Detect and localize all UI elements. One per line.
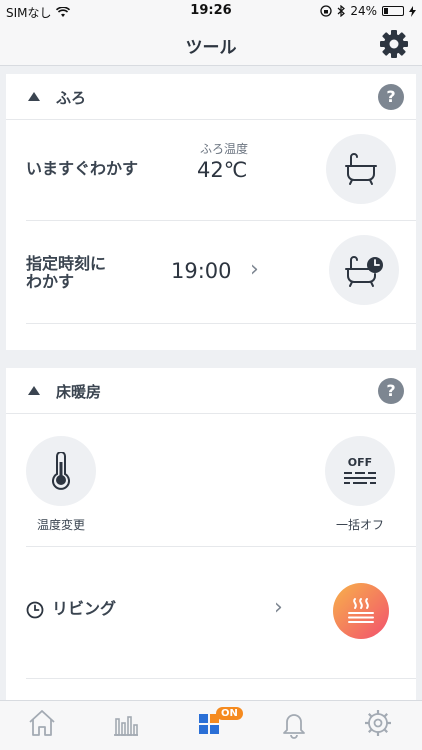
all-off-button[interactable]: OFF	[325, 436, 395, 506]
bathtub-icon	[345, 153, 377, 185]
temp-change-button[interactable]	[26, 436, 96, 506]
battery-percent: 24%	[350, 4, 377, 18]
timer-heat-label-line1: 指定時刻に	[26, 254, 107, 273]
bath-card: ふろ ? いますぐわかす ふろ温度 42℃ 指定時刻に わかす 19:00 ›	[6, 74, 416, 350]
charging-icon	[409, 5, 416, 17]
collapse-triangle-icon	[28, 386, 40, 395]
status-right: 24%	[320, 4, 416, 18]
thermometer-icon	[52, 452, 70, 490]
row-divider	[26, 323, 416, 324]
chevron-right-icon: ›	[274, 595, 283, 620]
settings-gear-icon[interactable]	[378, 28, 410, 60]
help-icon[interactable]: ?	[378, 378, 404, 404]
chevron-right-icon: ›	[250, 257, 259, 282]
floor-card-header[interactable]: 床暖房 ?	[6, 368, 416, 414]
floor-heat-on-icon	[348, 598, 374, 623]
chart-icon[interactable]	[110, 707, 142, 739]
bath-temp-caption: ふろ温度	[200, 142, 249, 156]
all-off-label: 一括オフ	[336, 518, 385, 532]
bath-temp-value[interactable]: 42℃	[197, 158, 247, 182]
timer-heat-button[interactable]	[329, 235, 399, 305]
off-icon-text: OFF	[348, 456, 372, 469]
gear-icon[interactable]	[362, 707, 394, 739]
timer-time-value: 19:00	[171, 259, 232, 283]
bell-icon[interactable]	[278, 707, 310, 739]
heat-now-label: いますぐわかす	[26, 159, 139, 178]
timer-heat-label-line2: わかす	[26, 272, 75, 291]
nav-bar: ツール	[0, 22, 422, 66]
floor-heater-on-button[interactable]	[333, 583, 389, 639]
timer-heat-row[interactable]: 指定時刻に わかす 19:00 ›	[6, 221, 416, 323]
bluetooth-icon	[337, 5, 346, 17]
row-divider	[26, 678, 416, 679]
rotation-lock-icon	[320, 5, 332, 17]
help-icon[interactable]: ?	[378, 84, 404, 110]
clock-icon	[26, 601, 44, 619]
on-badge: ON	[216, 707, 243, 720]
tab-bar: ON	[0, 700, 422, 750]
room-row-living[interactable]: リビング ›	[6, 547, 416, 678]
home-icon[interactable]	[26, 707, 58, 739]
floor-card-title: 床暖房	[56, 383, 102, 401]
temp-change-label: 温度変更	[37, 518, 86, 532]
room-label: リビング	[52, 599, 117, 618]
status-bar: SIMなし 19:26 24%	[0, 0, 422, 22]
floor-heating-card: 床暖房 ? 温度変更 OFF 一括オフ リビング ›	[6, 368, 416, 700]
bathtub-timer-icon	[345, 256, 383, 287]
floor-heat-off-icon: OFF	[344, 456, 376, 484]
heat-now-button[interactable]	[326, 134, 396, 204]
battery-icon	[382, 6, 404, 16]
page-title: ツール	[185, 38, 237, 58]
collapse-triangle-icon	[28, 92, 40, 101]
bath-card-title: ふろ	[56, 89, 87, 107]
bath-card-header[interactable]: ふろ ?	[6, 74, 416, 120]
